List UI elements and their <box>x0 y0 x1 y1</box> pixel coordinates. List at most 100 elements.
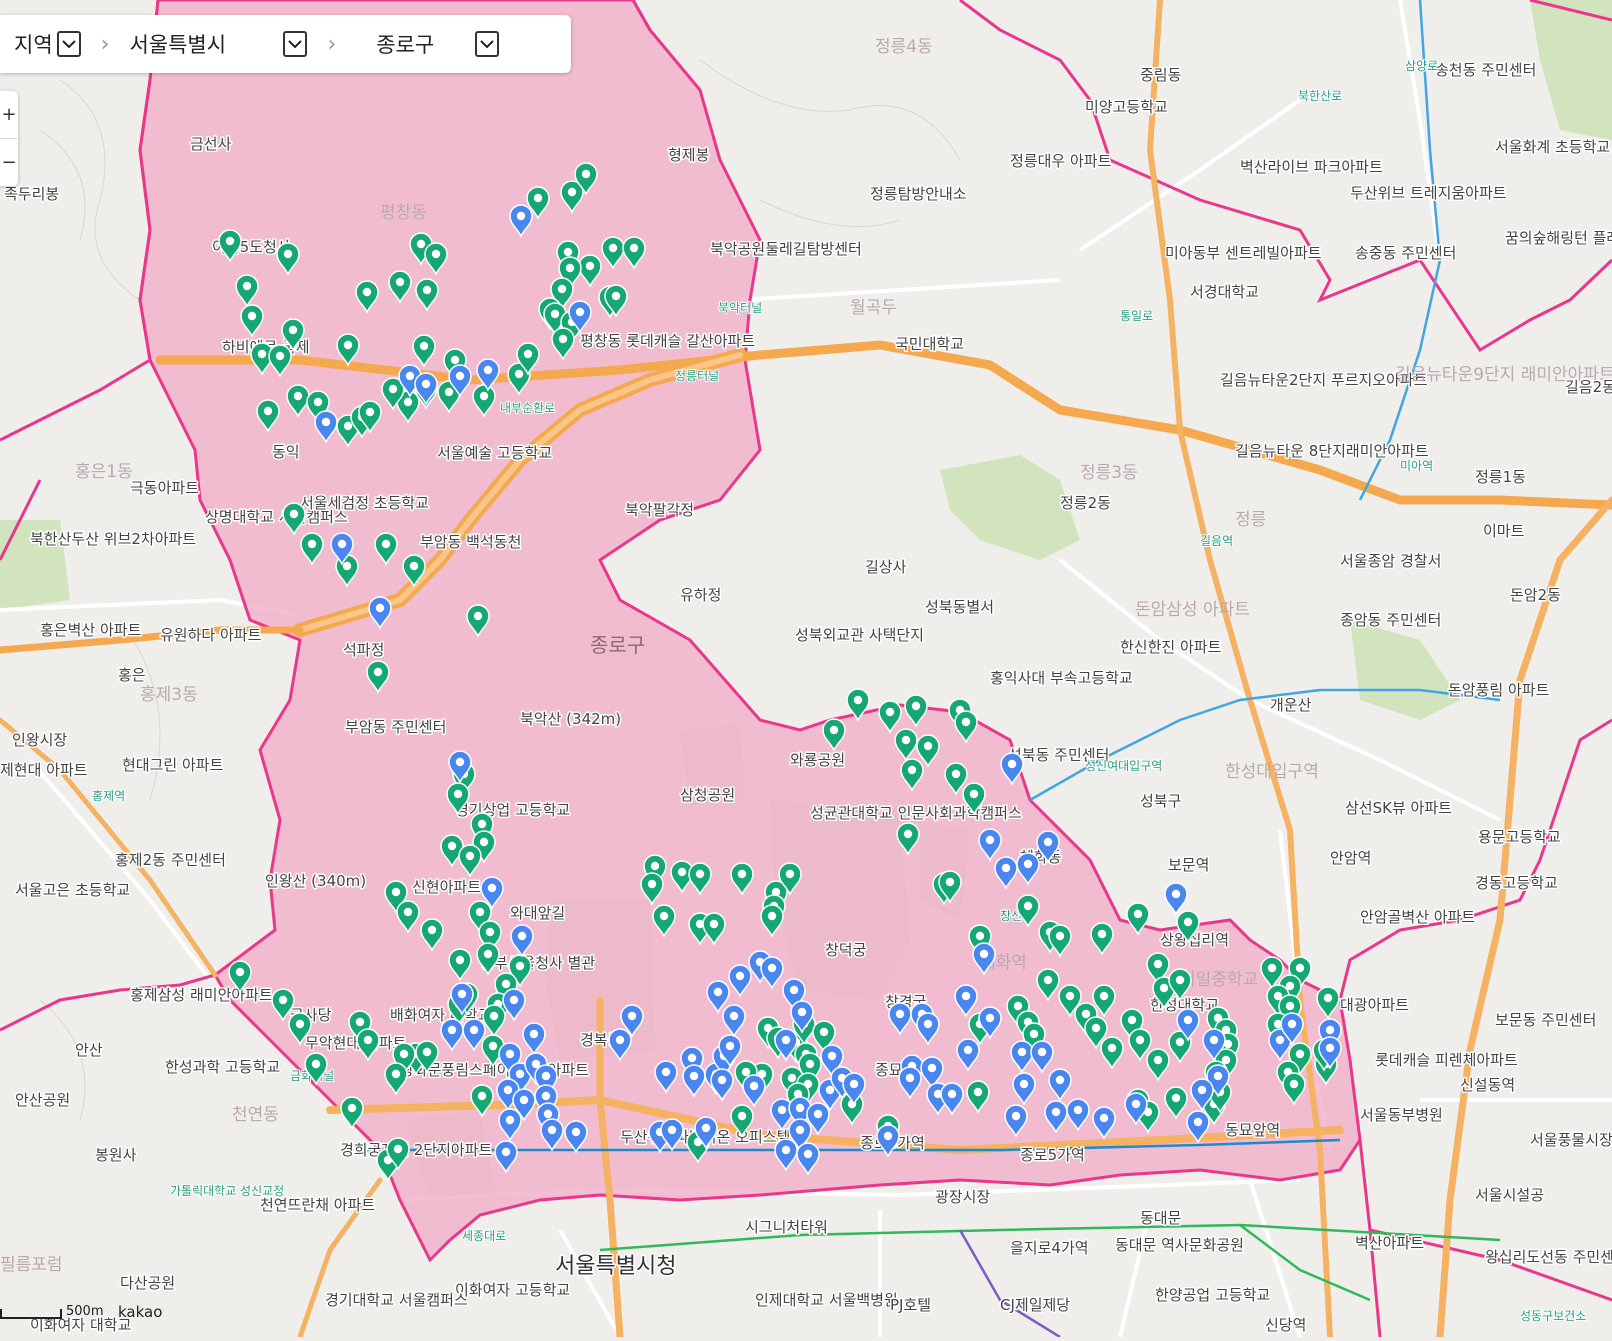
map-label: 미아동부 센트레빌아파트 <box>1165 244 1322 262</box>
map-canvas[interactable]: 금선사 족두리봉 이북5도청사 하비에르 국제 평창동 평창동 롯데캐슬 갈산아… <box>0 0 1612 1341</box>
marker-dot <box>1159 983 1169 993</box>
map-label: 서울풍물시장 <box>1530 1131 1612 1149</box>
marker-dot <box>557 284 567 294</box>
marker-dot <box>365 407 375 417</box>
marker-dot <box>749 1081 759 1091</box>
marker-dot <box>985 1013 995 1023</box>
marker-dot <box>615 1035 625 1045</box>
map-label: 동대문 <box>1140 1209 1182 1227</box>
map-label: 금선사 <box>190 135 232 153</box>
zoom-in-button[interactable]: + <box>0 91 18 138</box>
zoom-out-button[interactable]: − <box>0 139 18 186</box>
marker-dot <box>781 1035 791 1045</box>
marker-dot <box>515 1069 525 1079</box>
region-level2[interactable]: 서울특별시 <box>129 29 308 59</box>
marker-dot <box>1097 929 1107 939</box>
marker-dot <box>313 397 323 407</box>
marker-dot <box>342 561 352 571</box>
map-label: 동익 <box>272 443 300 461</box>
marker-dot <box>257 349 267 359</box>
marker-dot <box>795 1103 805 1113</box>
marker-dot <box>813 1109 823 1119</box>
map-label: 북악산 (342m) <box>520 710 621 728</box>
marker-dot <box>519 1095 529 1105</box>
marker-dot <box>477 819 487 829</box>
region-level1[interactable]: 지역 <box>14 29 81 59</box>
region-level3[interactable]: 종로구 <box>356 29 500 59</box>
map-label: 경희궁자이 2단지아파트 <box>340 1141 493 1159</box>
map-label: 벽산아파트 <box>1355 1234 1424 1252</box>
marker-dot <box>951 769 961 779</box>
marker-dot <box>469 1025 479 1035</box>
marker-dot <box>803 1149 813 1159</box>
map-label: 유원하다 아파트 <box>160 626 262 644</box>
marker-dot <box>608 243 618 253</box>
region-level1-dropdown[interactable] <box>56 31 81 57</box>
map-label: 이마트 <box>1483 522 1525 540</box>
region-level2-label: 서울특별시 <box>129 33 227 57</box>
marker-dot <box>1171 1093 1181 1103</box>
marker-dot <box>278 995 288 1005</box>
map-label: 정릉탐방안내소 <box>870 185 967 203</box>
marker-dot <box>571 1127 581 1137</box>
marker-dot <box>347 1103 357 1113</box>
marker-dot <box>979 949 989 959</box>
map-label: 돈암2동 <box>1510 586 1561 604</box>
marker-dot <box>767 963 777 973</box>
map-label: 서울시설공 <box>1475 1186 1544 1204</box>
map-label: 정릉1동 <box>1475 468 1526 486</box>
map-label: 서울종암 경찰서 <box>1340 552 1441 570</box>
marker-dot <box>547 1125 557 1135</box>
marker-dot <box>985 835 995 845</box>
map-label: 형제봉 <box>668 146 709 164</box>
chevron-down-icon <box>480 40 494 49</box>
map-label: 와룡공원 <box>790 751 845 769</box>
marker-dot <box>1285 1001 1295 1011</box>
marker-dot <box>488 1041 498 1051</box>
marker-dot <box>501 1147 511 1157</box>
map-label: 유하정 <box>680 586 721 604</box>
map-label: 성균관대학교 인문사회과학캠퍼스 <box>810 804 1022 822</box>
marker-dot <box>1295 1049 1305 1059</box>
marker-dot <box>541 1091 551 1101</box>
marker-dot <box>422 1047 432 1057</box>
marker-dot <box>373 667 383 677</box>
marker-dot <box>501 979 511 989</box>
map-label: 통일로 <box>1120 309 1153 323</box>
map-scale: 500m <box>0 1304 103 1319</box>
region-level2-dropdown[interactable] <box>283 31 308 57</box>
marker-dot <box>563 247 573 257</box>
marker-dot <box>399 1049 409 1059</box>
marker-dot <box>1051 1107 1061 1117</box>
map-label: 북악터널 <box>718 301 762 315</box>
map-label: 한성대입구역 <box>1225 762 1319 782</box>
marker-dot <box>422 285 432 295</box>
map-label: 서울예술 고등학교 <box>437 444 552 462</box>
map-label: 이화여자 고등학교 <box>455 1281 570 1299</box>
map-label: 종암동 주민센터 <box>1340 611 1441 629</box>
map-label: 종로구 <box>590 633 645 657</box>
map-label: 서울세검정 초등학교 <box>300 494 429 512</box>
marker-dot <box>363 1035 373 1045</box>
map-label: 월곡두 <box>850 298 897 318</box>
marker-dot <box>479 391 489 401</box>
marker-dot <box>1019 1079 1029 1089</box>
map-label: 홍은1동 <box>75 462 133 482</box>
map-label: 길음2동 <box>1565 378 1612 396</box>
marker-dot <box>295 1019 305 1029</box>
marker-dot <box>1107 1043 1117 1053</box>
marker-dot <box>419 341 429 351</box>
chevron-right-icon: › <box>100 31 110 57</box>
map-label: 안산공원 <box>15 1091 70 1109</box>
marker-dot <box>503 1085 513 1095</box>
marker-dot <box>905 1073 915 1083</box>
map-label: 길상사 <box>865 558 907 576</box>
marker-dot <box>311 1059 321 1069</box>
marker-dot <box>541 1071 551 1081</box>
marker-dot <box>885 707 895 717</box>
region-level3-dropdown[interactable] <box>475 31 500 57</box>
marker-dot <box>1099 1113 1109 1123</box>
marker-dot <box>1295 963 1305 973</box>
marker-dot <box>479 837 489 847</box>
marker-dot <box>781 1145 791 1155</box>
